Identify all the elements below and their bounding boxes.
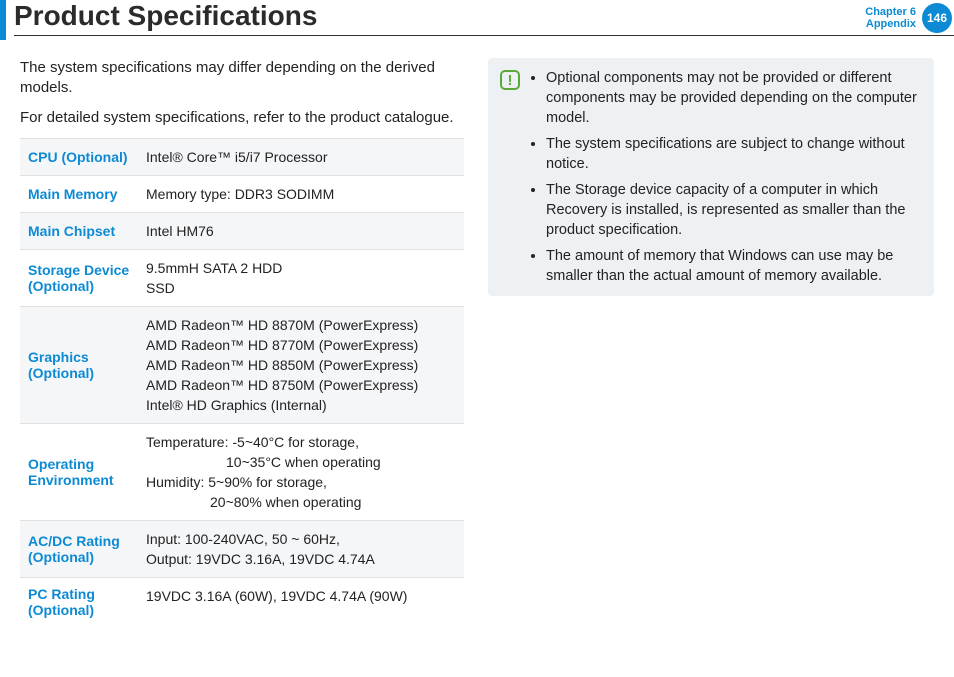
spec-row-memory: Main Memory Memory type: DDR3 SODIMM: [20, 175, 464, 212]
spec-label: PC Rating (Optional): [20, 578, 142, 626]
spec-value: AMD Radeon™ HD 8870M (PowerExpress) AMD …: [142, 307, 464, 423]
page-title: Product Specifications: [14, 0, 855, 36]
spec-row-pcrating: PC Rating (Optional) 19VDC 3.16A (60W), …: [20, 577, 464, 626]
spec-row-graphics: Graphics (Optional) AMD Radeon™ HD 8870M…: [20, 306, 464, 423]
chapter-info: Chapter 6 Appendix 146: [855, 0, 954, 36]
spec-value: Input: 100-240VAC, 50 ~ 60Hz, Output: 19…: [142, 521, 464, 577]
spec-value: Intel® Core™ i5/i7 Processor: [142, 139, 464, 175]
spec-line: 19VDC 3.16A (60W), 19VDC 4.74A (90W): [146, 586, 458, 606]
spec-value: 19VDC 3.16A (60W), 19VDC 4.74A (90W): [142, 578, 464, 626]
intro-paragraph-1: The system specifications may differ dep…: [20, 58, 464, 98]
spec-line: SSD: [146, 278, 458, 298]
spec-line-indent: 10~35°C when operating: [146, 452, 458, 472]
page-number-badge: 146: [922, 3, 952, 33]
spec-line: Input: 100-240VAC, 50 ~ 60Hz,: [146, 529, 458, 549]
spec-row-acdc: AC/DC Rating (Optional) Input: 100-240VA…: [20, 520, 464, 577]
spec-line: AMD Radeon™ HD 8850M (PowerExpress): [146, 355, 458, 375]
spec-row-environment: Operating Environment Temperature: -5~40…: [20, 423, 464, 520]
spec-label: Operating Environment: [20, 424, 142, 520]
spec-line: AMD Radeon™ HD 8750M (PowerExpress): [146, 375, 458, 395]
content-columns: The system specifications may differ dep…: [0, 40, 954, 626]
chapter-label: Chapter 6 Appendix: [865, 6, 920, 30]
header-accent-bar: [0, 0, 6, 40]
spec-line: Humidity: 5~90% for storage,: [146, 472, 458, 492]
left-column: The system specifications may differ dep…: [20, 58, 464, 626]
spec-label: Graphics (Optional): [20, 307, 142, 423]
spec-line: Intel® HD Graphics (Internal): [146, 395, 458, 415]
spec-line: Output: 19VDC 3.16A, 19VDC 4.74A: [146, 549, 458, 569]
page-header: Product Specifications Chapter 6 Appendi…: [0, 0, 954, 40]
spec-table: CPU (Optional) Intel® Core™ i5/i7 Proces…: [20, 138, 464, 626]
notice-item: Optional components may not be provided …: [546, 68, 920, 128]
spec-value: Temperature: -5~40°C for storage, 10~35°…: [142, 424, 464, 520]
spec-line: AMD Radeon™ HD 8770M (PowerExpress): [146, 335, 458, 355]
chapter-line-2: Appendix: [866, 18, 916, 30]
notice-item: The Storage device capacity of a compute…: [546, 180, 920, 240]
spec-line: Memory type: DDR3 SODIMM: [146, 184, 458, 204]
spec-label: Main Memory: [20, 176, 142, 212]
spec-label: CPU (Optional): [20, 139, 142, 175]
alert-icon: !: [500, 70, 520, 90]
spec-row-chipset: Main Chipset Intel HM76: [20, 212, 464, 249]
notice-box: ! Optional components may not be provide…: [488, 58, 934, 296]
spec-line: 9.5mmH SATA 2 HDD: [146, 258, 458, 278]
notice-item: The amount of memory that Windows can us…: [546, 246, 920, 286]
spec-label: Main Chipset: [20, 213, 142, 249]
right-column: ! Optional components may not be provide…: [488, 58, 934, 626]
intro-paragraph-2: For detailed system specifications, refe…: [20, 108, 464, 128]
spec-value: Memory type: DDR3 SODIMM: [142, 176, 464, 212]
chapter-line-1: Chapter 6: [865, 6, 916, 18]
spec-label: Storage Device (Optional): [20, 250, 142, 306]
spec-line: Intel® Core™ i5/i7 Processor: [146, 147, 458, 167]
spec-row-storage: Storage Device (Optional) 9.5mmH SATA 2 …: [20, 249, 464, 306]
notice-item: The system specifications are subject to…: [546, 134, 920, 174]
spec-value: Intel HM76: [142, 213, 464, 249]
spec-line: Temperature: -5~40°C for storage,: [146, 432, 458, 452]
spec-line-indent: 20~80% when operating: [146, 492, 458, 512]
spec-row-cpu: CPU (Optional) Intel® Core™ i5/i7 Proces…: [20, 138, 464, 175]
spec-label: AC/DC Rating (Optional): [20, 521, 142, 577]
spec-value: 9.5mmH SATA 2 HDD SSD: [142, 250, 464, 306]
notice-list: Optional components may not be provided …: [530, 68, 920, 286]
spec-line: Intel HM76: [146, 221, 458, 241]
spec-line: AMD Radeon™ HD 8870M (PowerExpress): [146, 315, 458, 335]
